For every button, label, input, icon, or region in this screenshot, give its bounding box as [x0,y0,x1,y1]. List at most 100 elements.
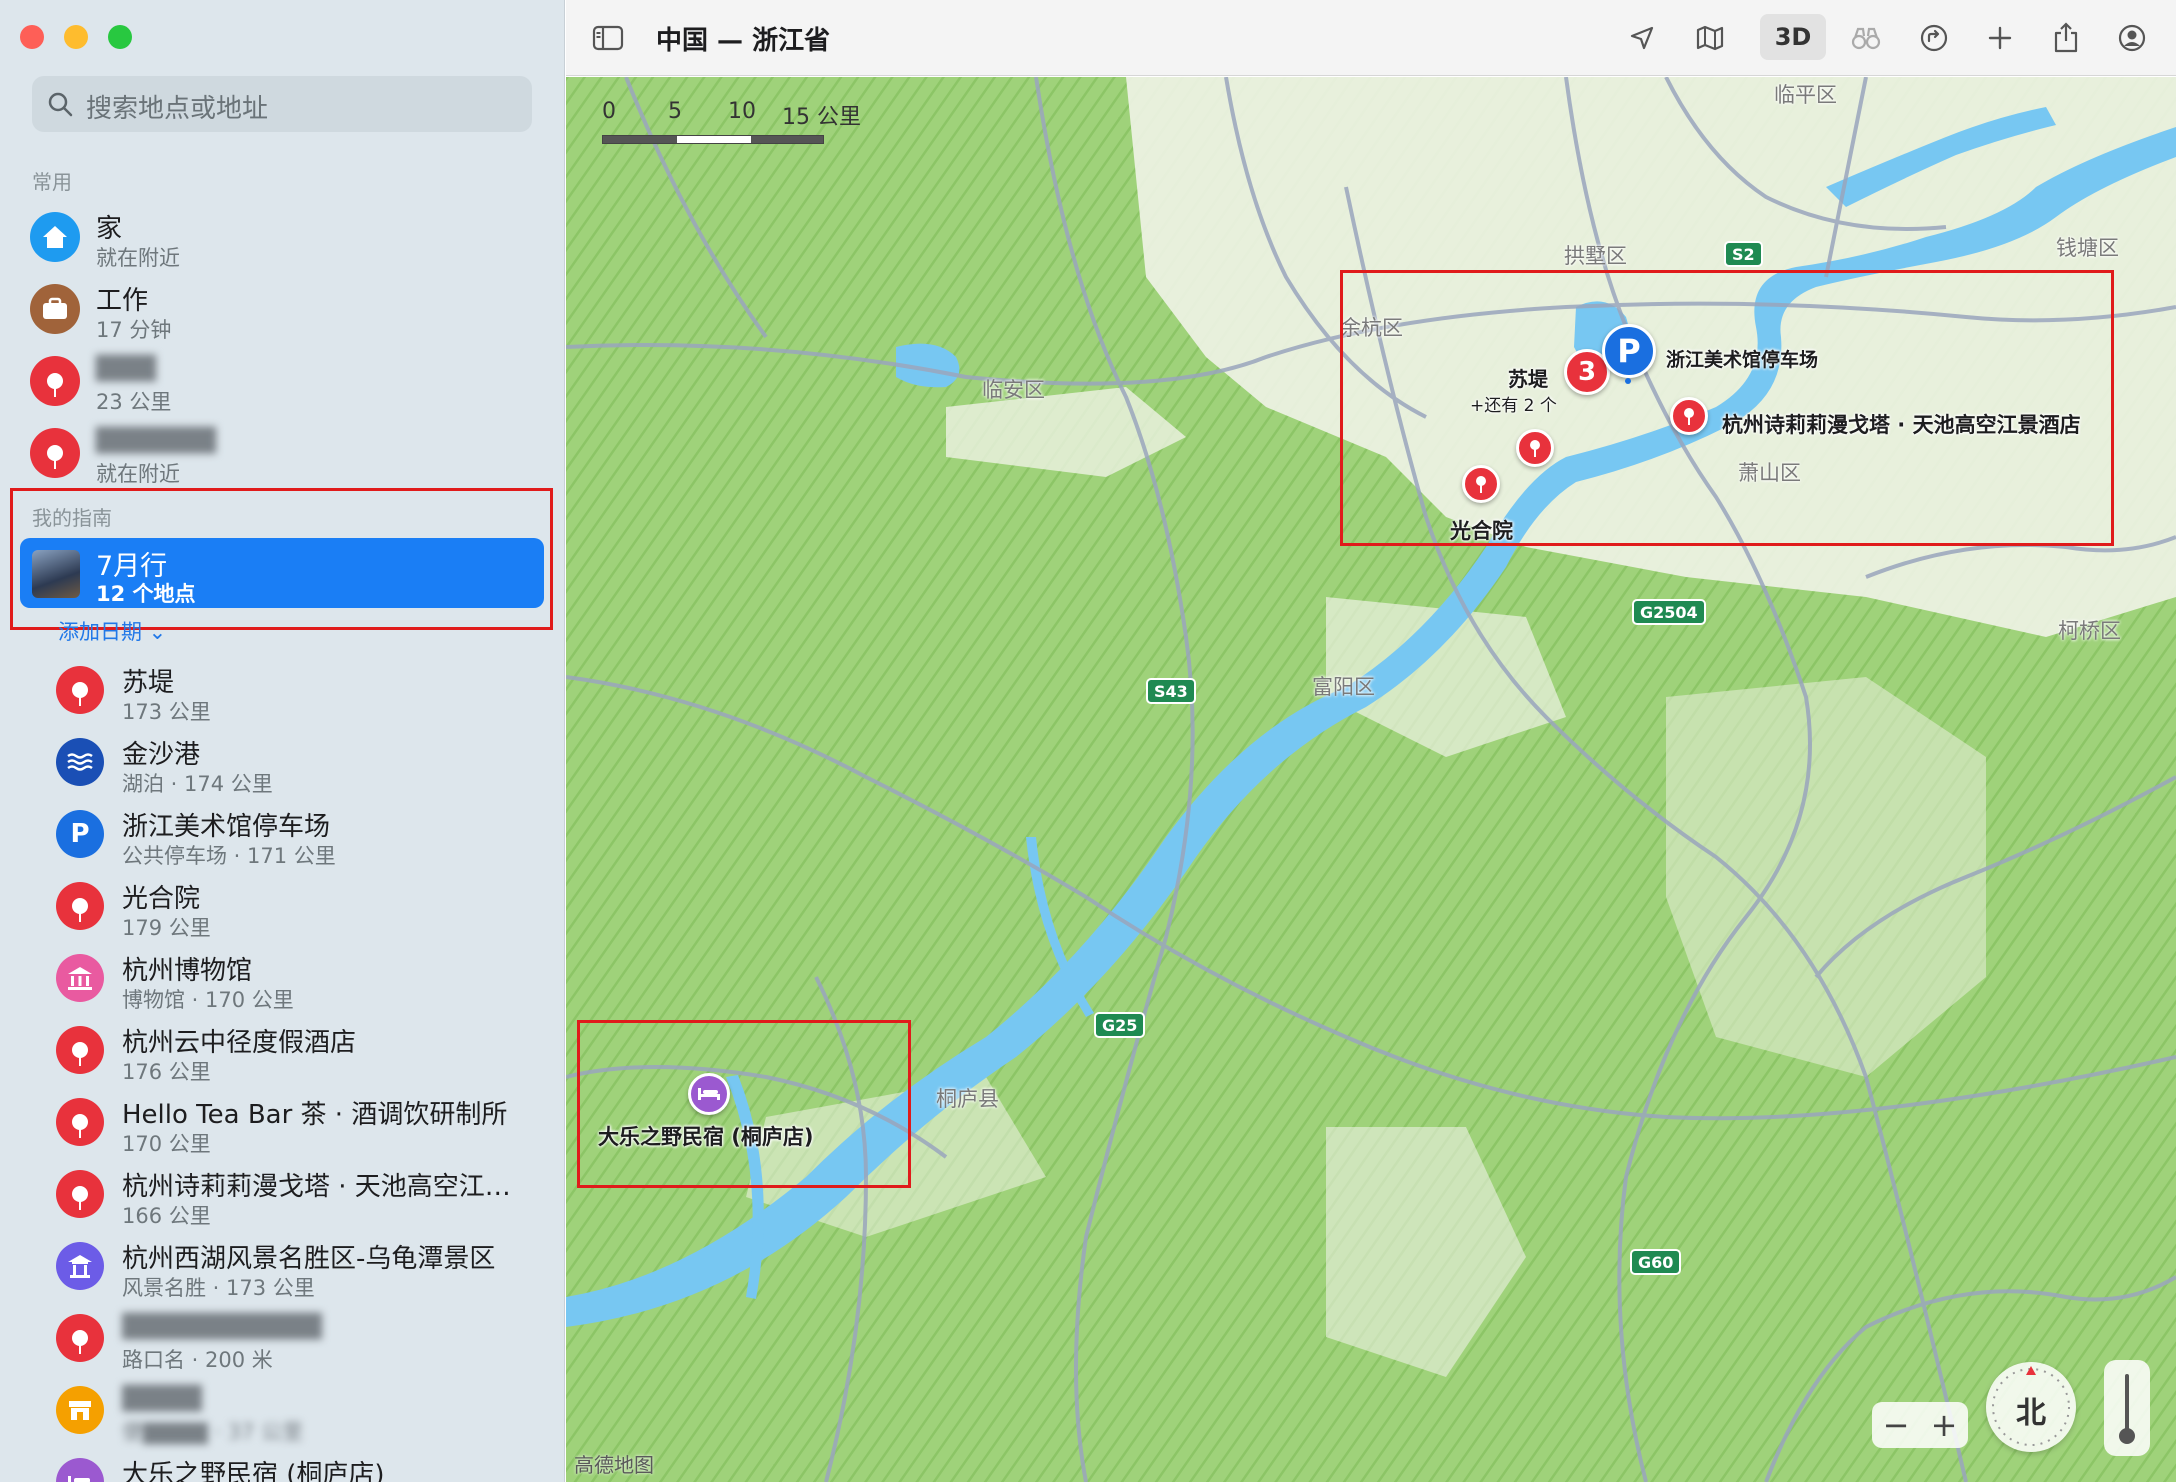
tilt-handle [2125,1374,2129,1432]
list-item-subtitle: 173 公里 [122,700,211,724]
list-item[interactable]: 杭州西湖风景名胜区-乌龟潭景区 风景名胜 · 173 公里 [56,1232,556,1304]
zoom-window-button[interactable] [108,25,132,49]
pin-icon [56,1026,104,1074]
list-item[interactable]: 杭州诗莉莉漫戈塔 · 天池高空江… 166 公里 [56,1160,556,1232]
list-item-title: 金沙港 [122,740,201,770]
minimize-window-button[interactable] [64,25,88,49]
scale-label: 5 [668,99,682,124]
person-circle-icon [2118,24,2146,52]
highlight-box [10,488,553,630]
highway-shield: G25 [1094,1012,1146,1038]
district-label: 富阳区 [1312,675,1375,699]
pin-icon [30,428,80,478]
list-item-subtitle: 166 公里 [122,1204,211,1228]
maps-window: 搜索地点或地址 常用 家 就在附近 工作 17 分钟 ▇▇▇ 23 公里 ▇▇▇… [0,0,2176,1482]
sidebar-icon [592,25,624,51]
favorite-work[interactable]: 工作 17 分钟 [30,276,550,346]
pin-icon [56,882,104,930]
list-item[interactable]: P 浙江美术馆停车场 公共停车场 · 171 公里 [56,800,556,872]
list-item[interactable]: ▇▇▇▇ 便▇▇▇▇ · 37 公里 [56,1376,556,1448]
plus-icon [1988,26,2012,50]
list-item[interactable]: 光合院 179 公里 [56,872,556,944]
route-icon [1920,24,1948,52]
close-window-button[interactable] [20,25,44,49]
zoom-control: − + [1872,1402,1968,1448]
list-item-subtitle: 便▇▇▇▇ · 37 公里 [122,1420,304,1444]
pin-icon [30,356,80,406]
favorite-subtitle: 就在附近 [96,246,180,270]
compass[interactable]: 北 [1986,1362,2076,1452]
list-item-subtitle: 风景名胜 · 173 公里 [122,1276,315,1300]
highway-shield: G2504 [1632,599,1706,625]
pin-icon [56,1314,104,1362]
favorite-title: ▇▇▇▇▇▇ [96,424,216,454]
list-item-title: 大乐之野民宿 (桐庐店) [122,1460,385,1482]
list-item[interactable]: 杭州云中径度假酒店 176 公里 [56,1016,556,1088]
3d-toggle-button[interactable]: 3D [1760,14,1826,60]
sidebar-toggle-button[interactable] [590,20,626,56]
list-item[interactable]: 金沙港 湖泊 · 174 公里 [56,728,556,800]
tilt-control[interactable] [2104,1360,2150,1456]
list-item[interactable]: 大乐之野民宿 (桐庐店) [56,1448,556,1482]
highlight-box [1340,270,2114,546]
list-item-subtitle: 博物馆 · 170 公里 [122,988,294,1012]
window-title: 中国 — 浙江省 [656,26,831,56]
highway-shield: S2 [1724,241,1763,267]
share-button[interactable] [2048,20,2084,56]
list-item[interactable]: 杭州博物馆 博物馆 · 170 公里 [56,944,556,1016]
list-item-subtitle: 路口名 · 200 米 [122,1348,273,1372]
district-label: 柯桥区 [2058,619,2121,643]
scale-label: 0 [602,99,616,124]
list-item-title: 杭州博物馆 [122,956,253,986]
pin-icon [56,1098,104,1146]
list-item-subtitle: 公共停车场 · 171 公里 [122,844,336,868]
favorite-redacted-1[interactable]: ▇▇▇ 23 公里 [30,348,550,418]
favorite-home[interactable]: 家 就在附近 [30,204,550,274]
bed-icon [56,1458,104,1482]
map-canvas[interactable]: 0 5 10 15 公里 临平区 拱墅区 钱塘区 余杭区 临安区 萧山区 柯桥区… [566,77,2176,1482]
search-icon [48,92,73,117]
list-item-title: ▇▇▇▇▇▇▇▇▇▇ [122,1310,322,1340]
list-item-subtitle: 湖泊 · 174 公里 [122,772,273,796]
pin-icon [56,666,104,714]
account-button[interactable] [2114,20,2150,56]
list-item[interactable]: ▇▇▇▇▇▇▇▇▇▇ 路口名 · 200 米 [56,1304,556,1376]
binoculars-icon [1851,27,1881,50]
favorite-subtitle: 17 分钟 [96,318,172,342]
zoom-out-button[interactable]: − [1883,1406,1910,1444]
search-field[interactable]: 搜索地点或地址 [32,76,532,132]
zoom-in-button[interactable]: + [1931,1406,1958,1444]
map-attribution: 高德地图 [574,1453,654,1477]
district-label: 桐庐县 [936,1087,999,1111]
look-around-button[interactable] [1848,20,1884,56]
map-icon [1696,25,1724,51]
sidebar: 搜索地点或地址 常用 家 就在附近 工作 17 分钟 ▇▇▇ 23 公里 ▇▇▇… [0,0,565,1482]
list-item-title: 杭州西湖风景名胜区-乌龟潭景区 [122,1244,496,1274]
district-label: 临平区 [1774,83,1837,107]
district-label: 临安区 [982,378,1045,402]
list-item-title: 杭州诗莉莉漫戈塔 · 天池高空江… [122,1172,511,1202]
map-mode-button[interactable] [1692,20,1728,56]
scale-track [602,135,824,144]
route-button[interactable] [1916,20,1952,56]
favorite-subtitle: 23 公里 [96,390,172,414]
favorite-subtitle: 就在附近 [96,462,180,486]
list-item[interactable]: 苏堤 173 公里 [56,656,556,728]
store-icon [56,1386,104,1434]
add-date-button[interactable]: 添加日期 ⌄ [58,616,166,646]
briefcase-icon [30,284,80,334]
favorite-title: 家 [96,214,123,244]
location-arrow-icon [1630,26,1654,50]
lake-icon [56,738,104,786]
list-item-title: 浙江美术馆停车场 [122,812,331,842]
add-button[interactable] [1982,20,2018,56]
location-button[interactable] [1624,20,1660,56]
highway-shield: G60 [1630,1249,1682,1275]
list-item-title: Hello Tea Bar 茶 · 酒调饮研制所 [122,1100,508,1130]
district-label: 拱墅区 [1564,244,1627,268]
favorite-redacted-2[interactable]: ▇▇▇▇▇▇ 就在附近 [30,420,550,490]
district-label: 钱塘区 [2056,236,2119,260]
list-item[interactable]: Hello Tea Bar 茶 · 酒调饮研制所 170 公里 [56,1088,556,1160]
list-item-subtitle: 179 公里 [122,916,211,940]
list-item-title: ▇▇▇▇ [122,1382,202,1412]
